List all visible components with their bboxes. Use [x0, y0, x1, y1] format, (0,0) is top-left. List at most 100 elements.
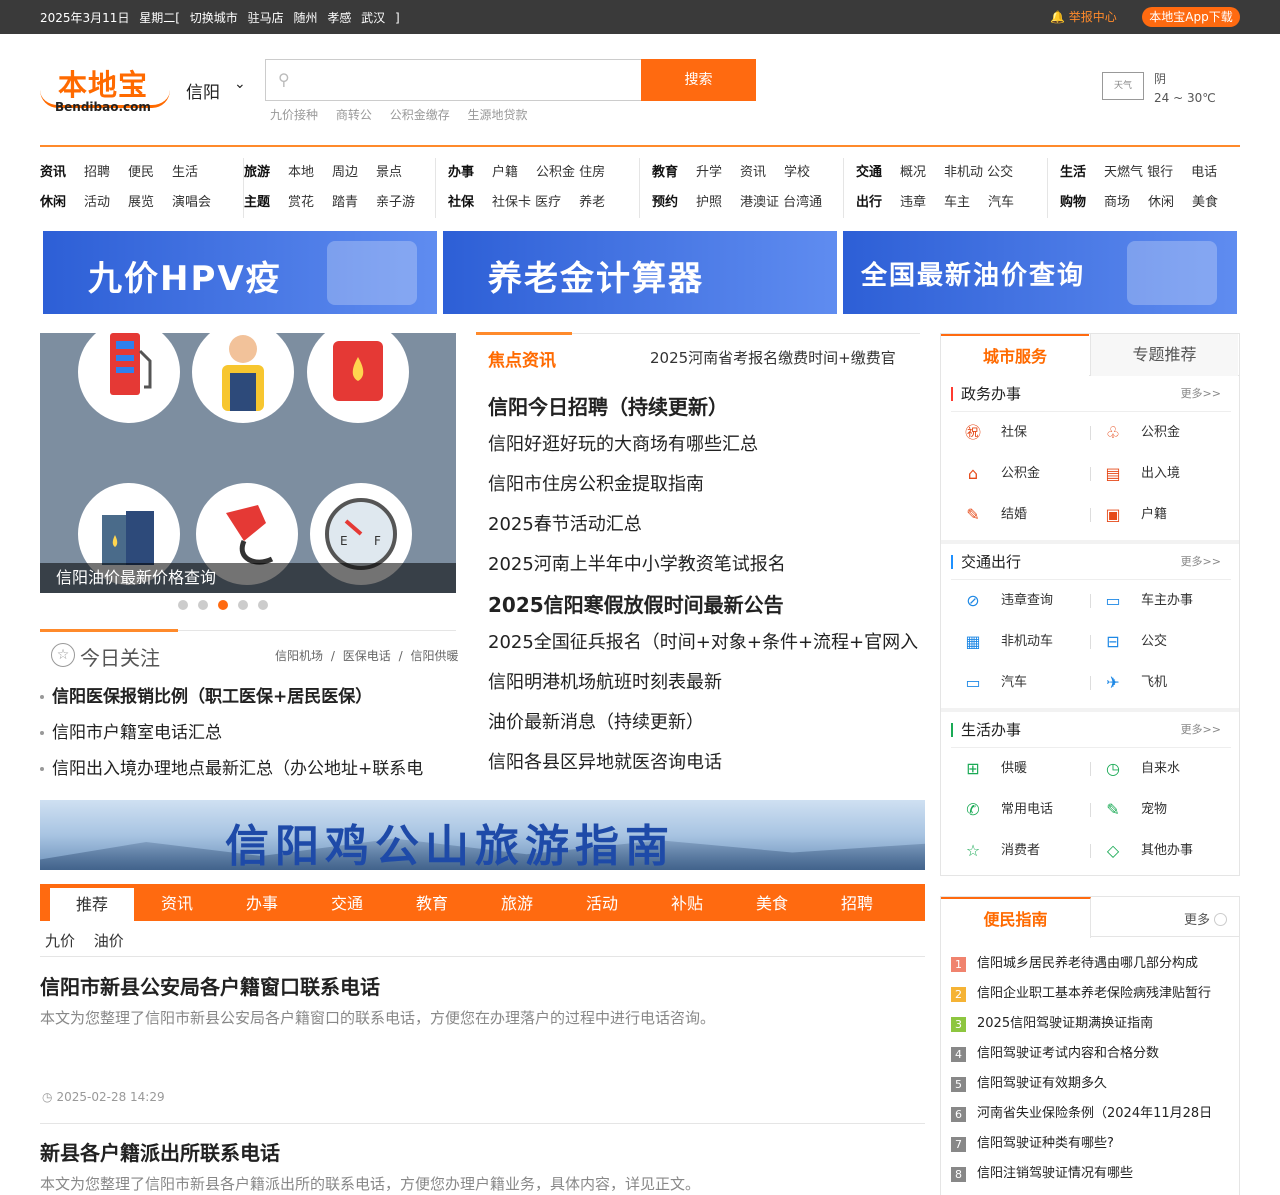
slider-dot-active[interactable]: [218, 600, 228, 610]
service-consumer[interactable]: ☆ 消费者: [951, 830, 1091, 871]
app-download-button[interactable]: 本地宝App下载: [1142, 7, 1240, 27]
focus-item[interactable]: 2025信阳寒假放假时间最新公告: [488, 590, 920, 628]
guide-item[interactable]: 6 河南省失业保险条例（2024年11月28日: [951, 1099, 1236, 1129]
focus-item[interactable]: 2025春节活动汇总: [488, 510, 920, 550]
nav-head[interactable]: 购物: [1060, 195, 1086, 210]
nav-link[interactable]: 演唱会: [172, 195, 211, 210]
guide-item[interactable]: 3 2025信阳驾驶证期满换证指南: [951, 1009, 1236, 1039]
quick-link-heating[interactable]: 信阳供暖: [410, 649, 458, 663]
nav-link[interactable]: 公积金 住房: [536, 165, 605, 180]
nav-link[interactable]: 美食: [1192, 195, 1218, 210]
slider-dot[interactable]: [178, 600, 188, 610]
nav-link[interactable]: 概况: [900, 165, 926, 180]
tab-subsidy[interactable]: 补贴: [657, 884, 717, 921]
city-link-wuhan[interactable]: 武汉: [361, 11, 385, 25]
banner-pension[interactable]: 养老金计算器: [443, 231, 837, 314]
banner-hpv[interactable]: 九价HPV疫: [43, 231, 437, 314]
hotword-link[interactable]: 公积金缴存: [390, 108, 450, 122]
focus-item[interactable]: 信阳好逛好玩的大商场有哪些汇总: [488, 430, 920, 470]
slider-dot[interactable]: [198, 600, 208, 610]
nav-head[interactable]: 生活: [1060, 165, 1086, 180]
nav-head[interactable]: 旅游: [244, 165, 270, 180]
focus-item[interactable]: 2025河南上半年中小学教资笔试报名: [488, 550, 920, 590]
tab-travel[interactable]: 旅游: [487, 884, 547, 921]
guide-item[interactable]: 8 信阳注销驾驶证情况有哪些: [951, 1159, 1236, 1189]
service-flight[interactable]: ✈ 飞机: [1090, 662, 1231, 703]
nav-link[interactable]: 亲子游: [376, 195, 415, 210]
tab-education[interactable]: 教育: [402, 884, 462, 921]
nav-link[interactable]: 休闲: [1148, 195, 1174, 210]
nav-link[interactable]: 港澳证 台湾通: [740, 195, 822, 210]
nav-link[interactable]: 便民: [128, 165, 154, 180]
service-violation[interactable]: ⊘ 违章查询: [951, 580, 1091, 621]
service-housing-fund[interactable]: ♧ 公积金: [1090, 412, 1231, 453]
nav-link[interactable]: 商场: [1104, 195, 1130, 210]
city-link-zhumadian[interactable]: 驻马店: [248, 11, 284, 25]
nav-link[interactable]: 天燃气 银行: [1104, 165, 1173, 180]
nav-link[interactable]: 景点: [376, 165, 402, 180]
banner-jigongshan[interactable]: 信阳鸡公山旅游指南: [40, 800, 925, 870]
focus-item[interactable]: 油价最新消息（持续更新）: [488, 708, 920, 748]
tab-affairs[interactable]: 办事: [232, 884, 292, 921]
article-item[interactable]: 新县各户籍派出所联系电话 本文为您整理了信阳市新县各户籍派出所的联系电话，方便您…: [40, 1138, 925, 1194]
search-input[interactable]: [302, 68, 622, 92]
subtab-hpv[interactable]: 九价: [45, 932, 75, 950]
guide-item[interactable]: 1 信阳城乡居民养老待遇由哪几部分构成: [951, 949, 1236, 979]
more-link[interactable]: 更多>>: [1181, 712, 1221, 748]
nav-head[interactable]: 社保: [448, 195, 474, 210]
service-car-owner[interactable]: ▭ 车主办事: [1090, 580, 1231, 621]
today-item[interactable]: 信阳医保报销比例（职工医保+居民医保）: [40, 685, 460, 721]
nav-link[interactable]: 车主: [944, 195, 970, 210]
nav-link[interactable]: 升学: [696, 165, 722, 180]
nav-head[interactable]: 资讯: [40, 165, 66, 180]
nav-head[interactable]: 休闲: [40, 195, 66, 210]
city-selector[interactable]: 信阳 ⌄: [186, 76, 246, 103]
tab-activity[interactable]: 活动: [572, 884, 632, 921]
focus-item[interactable]: 信阳明港机场航班时刻表最新: [488, 668, 920, 708]
nav-link[interactable]: 资讯: [740, 165, 766, 180]
tab-recommend[interactable]: 推荐: [50, 888, 134, 921]
guide-title[interactable]: 便民指南: [941, 897, 1091, 938]
article-title[interactable]: 新县各户籍派出所联系电话: [40, 1138, 925, 1168]
article-item[interactable]: 信阳市新县公安局各户籍窗口联系电话 本文为您整理了信阳市新县公安局各户籍窗口的联…: [40, 972, 925, 1104]
service-phone[interactable]: ✆ 常用电话: [951, 789, 1091, 830]
nav-link[interactable]: 活动: [84, 195, 110, 210]
service-non-motor[interactable]: ▦ 非机动车: [951, 621, 1091, 662]
nav-head[interactable]: 教育: [652, 165, 678, 180]
slider-dot[interactable]: [238, 600, 248, 610]
nav-link[interactable]: 社保卡 医疗: [492, 195, 561, 210]
nav-link[interactable]: 生活: [172, 165, 198, 180]
tab-jobs[interactable]: 招聘: [827, 884, 887, 921]
tab-news[interactable]: 资讯: [147, 884, 207, 921]
city-link-suizhou[interactable]: 随州: [293, 11, 317, 25]
city-link-xiaogan[interactable]: 孝感: [327, 11, 351, 25]
service-marriage[interactable]: ✎ 结婚: [951, 494, 1091, 535]
service-household[interactable]: ▣ 户籍: [1090, 494, 1231, 535]
focus-item[interactable]: 2025全国征兵报名（时间+对象+条件+流程+官网入: [488, 628, 920, 668]
nav-link[interactable]: 户籍: [492, 165, 518, 180]
nav-head[interactable]: 出行: [856, 195, 882, 210]
tab-food[interactable]: 美食: [742, 884, 802, 921]
banner-oil-price[interactable]: 全国最新油价查询: [843, 231, 1237, 314]
service-housing-fund-2[interactable]: ⌂ 公积金: [951, 453, 1091, 494]
service-car[interactable]: ▭ 汽车: [951, 662, 1091, 703]
guide-item[interactable]: 4 信阳驾驶证考试内容和合格分数: [951, 1039, 1236, 1069]
service-bus[interactable]: ⊟ 公交: [1090, 621, 1231, 662]
nav-link[interactable]: 非机动 公交: [944, 165, 1013, 180]
switch-city-link[interactable]: 切换城市: [190, 11, 238, 25]
tab-city-services[interactable]: 城市服务: [941, 334, 1089, 377]
slider-dot[interactable]: [258, 600, 268, 610]
focus-item[interactable]: 信阳市住房公积金提取指南: [488, 470, 920, 510]
service-social-security[interactable]: ㊗ 社保: [951, 412, 1091, 453]
quick-link-airport[interactable]: 信阳机场: [275, 649, 323, 663]
nav-link[interactable]: 养老: [579, 195, 605, 210]
service-heating[interactable]: ⊞ 供暖: [951, 748, 1091, 789]
quick-link-medical-phone[interactable]: 医保电话: [343, 649, 391, 663]
hotword-link[interactable]: 生源地贷款: [468, 108, 528, 122]
service-exit-entry[interactable]: ▤ 出入境: [1090, 453, 1231, 494]
today-item[interactable]: 信阳市户籍室电话汇总: [40, 721, 460, 757]
hotword-link[interactable]: 商转公: [336, 108, 372, 122]
nav-link[interactable]: 招聘: [84, 165, 110, 180]
nav-head[interactable]: 办事: [448, 165, 474, 180]
search-button[interactable]: 搜索: [641, 59, 756, 101]
